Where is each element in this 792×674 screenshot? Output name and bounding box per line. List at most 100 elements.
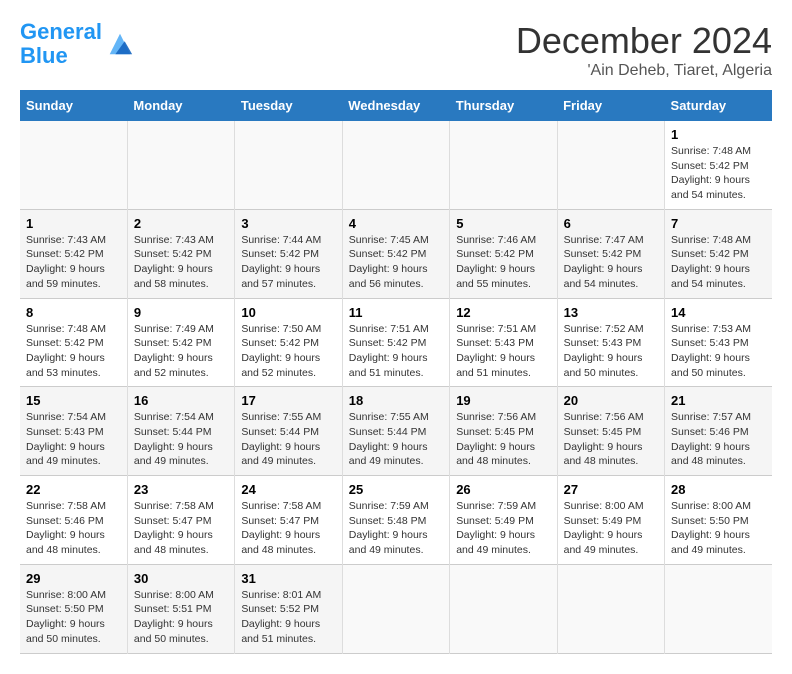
- day-info: Sunrise: 7:51 AMSunset: 5:42 PMDaylight:…: [349, 323, 429, 379]
- day-info: Sunrise: 7:43 AMSunset: 5:42 PMDaylight:…: [26, 234, 106, 290]
- weekday-header-sunday: Sunday: [20, 90, 127, 121]
- calendar-cell: [557, 564, 664, 653]
- calendar-cell: 10 Sunrise: 7:50 AMSunset: 5:42 PMDaylig…: [235, 298, 342, 387]
- calendar-cell: 8 Sunrise: 7:48 AMSunset: 5:42 PMDayligh…: [20, 298, 127, 387]
- calendar-cell: 11 Sunrise: 7:51 AMSunset: 5:42 PMDaylig…: [342, 298, 449, 387]
- calendar-cell: 17 Sunrise: 7:55 AMSunset: 5:44 PMDaylig…: [235, 387, 342, 476]
- calendar-week-row: 15 Sunrise: 7:54 AMSunset: 5:43 PMDaylig…: [20, 387, 772, 476]
- day-number: 22: [26, 482, 121, 497]
- day-number: 5: [456, 216, 550, 231]
- calendar-week-row: 1 Sunrise: 7:48 AMSunset: 5:42 PMDayligh…: [20, 121, 772, 209]
- logo-icon: [106, 30, 134, 58]
- day-info: Sunrise: 7:50 AMSunset: 5:42 PMDaylight:…: [241, 323, 321, 379]
- calendar-week-row: 8 Sunrise: 7:48 AMSunset: 5:42 PMDayligh…: [20, 298, 772, 387]
- day-number: 23: [134, 482, 228, 497]
- calendar-cell: 12 Sunrise: 7:51 AMSunset: 5:43 PMDaylig…: [450, 298, 557, 387]
- weekday-header-monday: Monday: [127, 90, 234, 121]
- weekday-header-tuesday: Tuesday: [235, 90, 342, 121]
- calendar-cell: 18 Sunrise: 7:55 AMSunset: 5:44 PMDaylig…: [342, 387, 449, 476]
- title-area: December 2024 'Ain Deheb, Tiaret, Algeri…: [516, 20, 772, 80]
- day-number: 25: [349, 482, 443, 497]
- day-info: Sunrise: 7:57 AMSunset: 5:46 PMDaylight:…: [671, 411, 751, 467]
- calendar-cell: 4 Sunrise: 7:45 AMSunset: 5:42 PMDayligh…: [342, 209, 449, 298]
- calendar-cell: 27 Sunrise: 8:00 AMSunset: 5:49 PMDaylig…: [557, 476, 664, 565]
- calendar-cell: [127, 121, 234, 209]
- day-info: Sunrise: 8:01 AMSunset: 5:52 PMDaylight:…: [241, 589, 321, 645]
- day-number: 9: [134, 305, 228, 320]
- day-info: Sunrise: 7:45 AMSunset: 5:42 PMDaylight:…: [349, 234, 429, 290]
- logo-text: GeneralBlue: [20, 20, 102, 68]
- weekday-header-friday: Friday: [557, 90, 664, 121]
- day-number: 3: [241, 216, 335, 231]
- day-number: 13: [564, 305, 658, 320]
- weekday-header-saturday: Saturday: [665, 90, 772, 121]
- calendar-cell: [342, 564, 449, 653]
- location-title: 'Ain Deheb, Tiaret, Algeria: [516, 62, 772, 80]
- calendar-cell: 9 Sunrise: 7:49 AMSunset: 5:42 PMDayligh…: [127, 298, 234, 387]
- day-number: 7: [671, 216, 766, 231]
- day-number: 20: [564, 393, 658, 408]
- logo: GeneralBlue: [20, 20, 134, 68]
- day-number: 31: [241, 571, 335, 586]
- calendar-cell: 21 Sunrise: 7:57 AMSunset: 5:46 PMDaylig…: [665, 387, 772, 476]
- weekday-header-wednesday: Wednesday: [342, 90, 449, 121]
- calendar-cell: 1 Sunrise: 7:43 AMSunset: 5:42 PMDayligh…: [20, 209, 127, 298]
- day-info: Sunrise: 7:56 AMSunset: 5:45 PMDaylight:…: [456, 411, 536, 467]
- day-number: 24: [241, 482, 335, 497]
- day-number: 29: [26, 571, 121, 586]
- day-number: 21: [671, 393, 766, 408]
- day-number: 8: [26, 305, 121, 320]
- calendar-cell: 20 Sunrise: 7:56 AMSunset: 5:45 PMDaylig…: [557, 387, 664, 476]
- calendar-cell: [342, 121, 449, 209]
- calendar-cell: 23 Sunrise: 7:58 AMSunset: 5:47 PMDaylig…: [127, 476, 234, 565]
- month-title: December 2024: [516, 20, 772, 62]
- calendar-body: 1 Sunrise: 7:48 AMSunset: 5:42 PMDayligh…: [20, 121, 772, 653]
- day-info: Sunrise: 7:55 AMSunset: 5:44 PMDaylight:…: [349, 411, 429, 467]
- day-number: 4: [349, 216, 443, 231]
- day-info: Sunrise: 7:47 AMSunset: 5:42 PMDaylight:…: [564, 234, 644, 290]
- calendar-cell: 31 Sunrise: 8:01 AMSunset: 5:52 PMDaylig…: [235, 564, 342, 653]
- calendar-cell: [557, 121, 664, 209]
- day-number: 26: [456, 482, 550, 497]
- page-header: GeneralBlue December 2024 'Ain Deheb, Ti…: [20, 20, 772, 80]
- calendar-cell: [665, 564, 772, 653]
- day-info: Sunrise: 7:58 AMSunset: 5:47 PMDaylight:…: [241, 500, 321, 556]
- day-number: 30: [134, 571, 228, 586]
- calendar-table: SundayMondayTuesdayWednesdayThursdayFrid…: [20, 90, 772, 654]
- day-number: 18: [349, 393, 443, 408]
- day-info: Sunrise: 7:58 AMSunset: 5:47 PMDaylight:…: [134, 500, 214, 556]
- day-info: Sunrise: 7:46 AMSunset: 5:42 PMDaylight:…: [456, 234, 536, 290]
- day-info: Sunrise: 8:00 AMSunset: 5:49 PMDaylight:…: [564, 500, 644, 556]
- day-info: Sunrise: 7:53 AMSunset: 5:43 PMDaylight:…: [671, 323, 751, 379]
- day-number: 6: [564, 216, 658, 231]
- calendar-cell: 29 Sunrise: 8:00 AMSunset: 5:50 PMDaylig…: [20, 564, 127, 653]
- day-number: 10: [241, 305, 335, 320]
- calendar-cell: 7 Sunrise: 7:48 AMSunset: 5:42 PMDayligh…: [665, 209, 772, 298]
- calendar-cell: 2 Sunrise: 7:43 AMSunset: 5:42 PMDayligh…: [127, 209, 234, 298]
- day-info: Sunrise: 7:55 AMSunset: 5:44 PMDaylight:…: [241, 411, 321, 467]
- day-info: Sunrise: 7:54 AMSunset: 5:43 PMDaylight:…: [26, 411, 106, 467]
- calendar-cell: 15 Sunrise: 7:54 AMSunset: 5:43 PMDaylig…: [20, 387, 127, 476]
- day-number: 15: [26, 393, 121, 408]
- calendar-week-row: 29 Sunrise: 8:00 AMSunset: 5:50 PMDaylig…: [20, 564, 772, 653]
- calendar-cell: 1 Sunrise: 7:48 AMSunset: 5:42 PMDayligh…: [665, 121, 772, 209]
- day-number: 27: [564, 482, 658, 497]
- calendar-cell: [450, 121, 557, 209]
- calendar-cell: 13 Sunrise: 7:52 AMSunset: 5:43 PMDaylig…: [557, 298, 664, 387]
- day-info: Sunrise: 8:00 AMSunset: 5:51 PMDaylight:…: [134, 589, 214, 645]
- day-info: Sunrise: 7:48 AMSunset: 5:42 PMDaylight:…: [26, 323, 106, 379]
- calendar-cell: 16 Sunrise: 7:54 AMSunset: 5:44 PMDaylig…: [127, 387, 234, 476]
- calendar-cell: 26 Sunrise: 7:59 AMSunset: 5:49 PMDaylig…: [450, 476, 557, 565]
- calendar-cell: 24 Sunrise: 7:58 AMSunset: 5:47 PMDaylig…: [235, 476, 342, 565]
- calendar-cell: 3 Sunrise: 7:44 AMSunset: 5:42 PMDayligh…: [235, 209, 342, 298]
- day-info: Sunrise: 7:43 AMSunset: 5:42 PMDaylight:…: [134, 234, 214, 290]
- calendar-week-row: 1 Sunrise: 7:43 AMSunset: 5:42 PMDayligh…: [20, 209, 772, 298]
- calendar-cell: 14 Sunrise: 7:53 AMSunset: 5:43 PMDaylig…: [665, 298, 772, 387]
- calendar-header: SundayMondayTuesdayWednesdayThursdayFrid…: [20, 90, 772, 121]
- calendar-cell: 25 Sunrise: 7:59 AMSunset: 5:48 PMDaylig…: [342, 476, 449, 565]
- day-info: Sunrise: 7:44 AMSunset: 5:42 PMDaylight:…: [241, 234, 321, 290]
- day-number: 11: [349, 305, 443, 320]
- weekday-header-thursday: Thursday: [450, 90, 557, 121]
- day-info: Sunrise: 7:48 AMSunset: 5:42 PMDaylight:…: [671, 145, 751, 201]
- day-info: Sunrise: 8:00 AMSunset: 5:50 PMDaylight:…: [671, 500, 751, 556]
